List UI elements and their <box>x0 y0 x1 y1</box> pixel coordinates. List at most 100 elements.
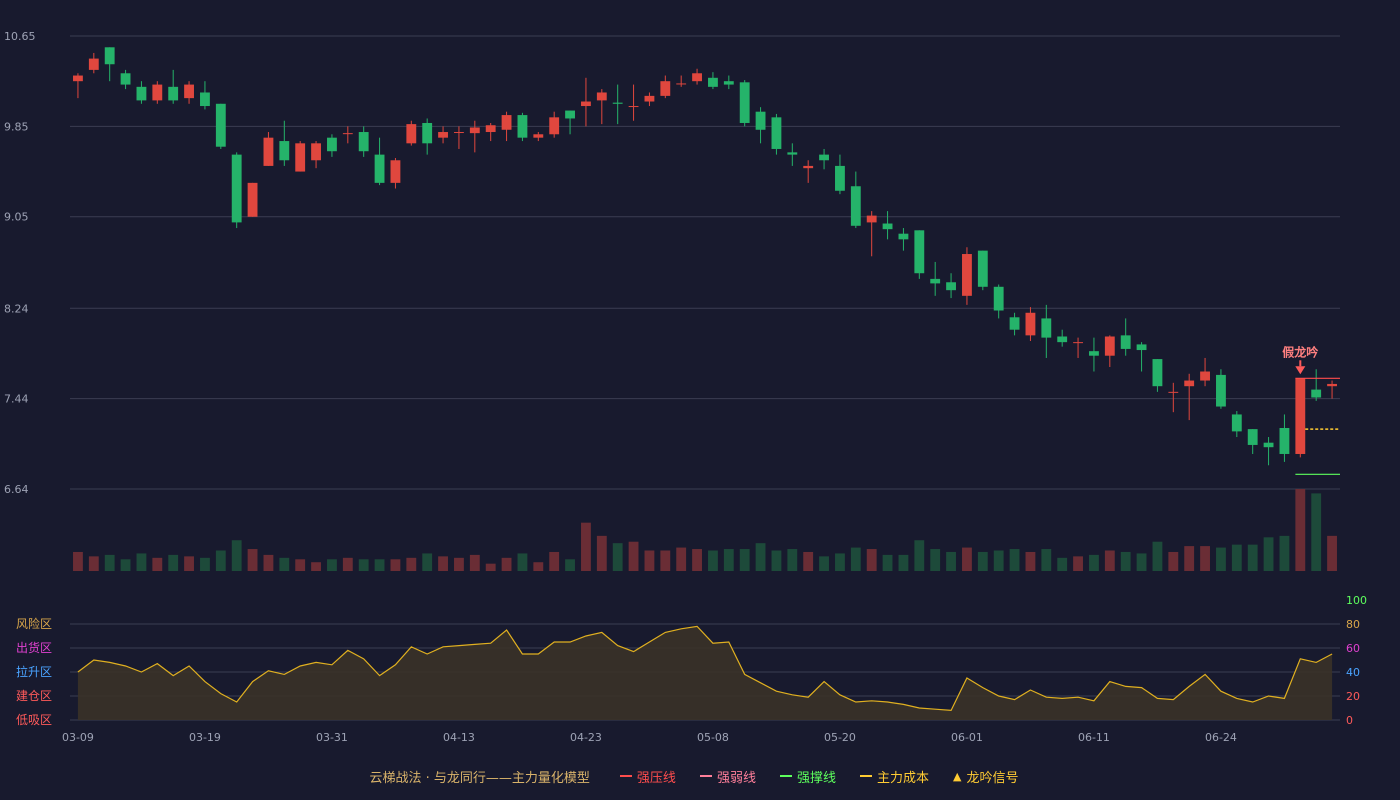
volume-bar <box>295 559 306 571</box>
volume-bar <box>263 554 274 571</box>
candle-body <box>104 47 115 65</box>
volume-bar <box>501 557 512 571</box>
candle-body <box>962 254 972 296</box>
candle-body <box>279 141 290 161</box>
volume-bar <box>1136 553 1147 571</box>
zone-label: 出货区 <box>16 640 52 655</box>
volume-bar <box>803 551 814 571</box>
candle-body <box>517 115 528 138</box>
volume-bar <box>1311 493 1322 571</box>
zone-label: 低吸区 <box>16 713 52 727</box>
strong-weak-swatch <box>699 775 712 777</box>
candle-body <box>1041 318 1052 338</box>
volume-bar <box>422 553 433 571</box>
legend-item-strong-pressure[interactable]: 强压线 <box>619 767 676 786</box>
candle-body <box>1327 383 1337 387</box>
candle-body <box>168 86 179 101</box>
volume-bar <box>1120 551 1131 571</box>
volume-bar <box>1089 554 1099 571</box>
candle-body <box>1216 374 1226 407</box>
zone-label: 风险区 <box>16 616 52 631</box>
legend-item-strong-weak[interactable]: 强弱线 <box>699 767 756 786</box>
date-tick-label: 04-23 <box>570 731 602 744</box>
volume-bar <box>1247 544 1258 571</box>
date-tick-label: 06-01 <box>951 731 983 744</box>
legend-label: 强弱线 <box>716 770 756 786</box>
volume-bar <box>866 549 877 571</box>
legend-item-strong-support[interactable]: 强撑线 <box>779 767 836 786</box>
candle-body <box>501 115 512 130</box>
price-tick-label: 9.85 <box>4 120 29 133</box>
volume-bar <box>469 554 480 571</box>
legend-item-main-cost[interactable]: 主力成本 <box>859 767 929 786</box>
candle-body <box>1231 414 1242 432</box>
candle-body <box>946 282 956 291</box>
volume-bar <box>311 562 321 571</box>
volume-bar <box>946 551 956 571</box>
volume-bar <box>215 550 226 571</box>
price-tick-label: 9.05 <box>4 211 29 224</box>
volume-bar <box>882 554 893 571</box>
candle-body <box>787 152 798 155</box>
candle-body <box>247 182 258 217</box>
candle-body <box>739 82 750 123</box>
candle-body <box>866 215 877 223</box>
volume-bar <box>533 562 544 571</box>
candle-body <box>1279 427 1290 454</box>
candle-body <box>1152 359 1163 387</box>
date-tick-label: 05-20 <box>824 731 856 744</box>
volume-bar <box>628 541 639 571</box>
volume-bar <box>1057 557 1068 571</box>
legend-label: 强撑线 <box>796 770 836 786</box>
volume-bar <box>1184 546 1195 571</box>
candle-body <box>882 223 893 230</box>
volume-bar <box>739 549 750 571</box>
candle-body <box>708 77 718 87</box>
volume-bar <box>104 554 115 571</box>
candle-body <box>1009 317 1020 330</box>
candle-body <box>596 92 607 101</box>
volume-bar <box>898 554 909 571</box>
candle-body <box>263 137 274 166</box>
volume-bar <box>231 540 242 571</box>
volume-bar <box>1216 547 1226 571</box>
volume-bar <box>73 551 83 571</box>
candle-body <box>327 137 337 152</box>
volume-bar <box>755 543 766 571</box>
volume-bar <box>390 559 401 571</box>
volume-bar <box>184 556 194 571</box>
candle-body <box>1295 378 1306 454</box>
candle-body <box>771 117 782 149</box>
volume-bar <box>247 549 258 571</box>
candle-body <box>755 111 766 130</box>
candle-body <box>73 75 83 82</box>
candle-body <box>295 143 306 172</box>
volume-bar <box>1073 556 1083 571</box>
candle-body <box>676 83 687 85</box>
volume-bar <box>152 557 163 571</box>
indicator-tick-label: 100 <box>1346 594 1367 607</box>
candle-body <box>898 233 909 240</box>
volume-bar <box>787 549 798 571</box>
volume-bar <box>993 550 1004 571</box>
volume-bar <box>612 543 623 571</box>
volume-bar <box>406 557 417 571</box>
candle-body <box>1263 442 1274 448</box>
candle-body <box>454 132 464 134</box>
indicator-tick-label: 40 <box>1346 666 1360 679</box>
legend-item-dragon-signal[interactable]: ▲ 龙吟信号 <box>953 767 1018 786</box>
volume-bar <box>454 557 464 571</box>
candle-body <box>422 122 433 144</box>
main-cost-swatch <box>859 775 872 777</box>
volume-bar <box>581 522 591 571</box>
volume-bar <box>962 547 972 571</box>
date-tick-label: 03-31 <box>316 731 348 744</box>
volume-bar <box>1263 537 1274 571</box>
candle-body <box>1200 371 1210 381</box>
volume-bar <box>1231 544 1242 571</box>
volume-bar <box>1104 550 1115 571</box>
signal-arrow-icon <box>1295 366 1306 375</box>
volume-bar <box>850 547 861 571</box>
candle-body <box>565 110 575 119</box>
date-tick-label: 05-08 <box>697 731 729 744</box>
